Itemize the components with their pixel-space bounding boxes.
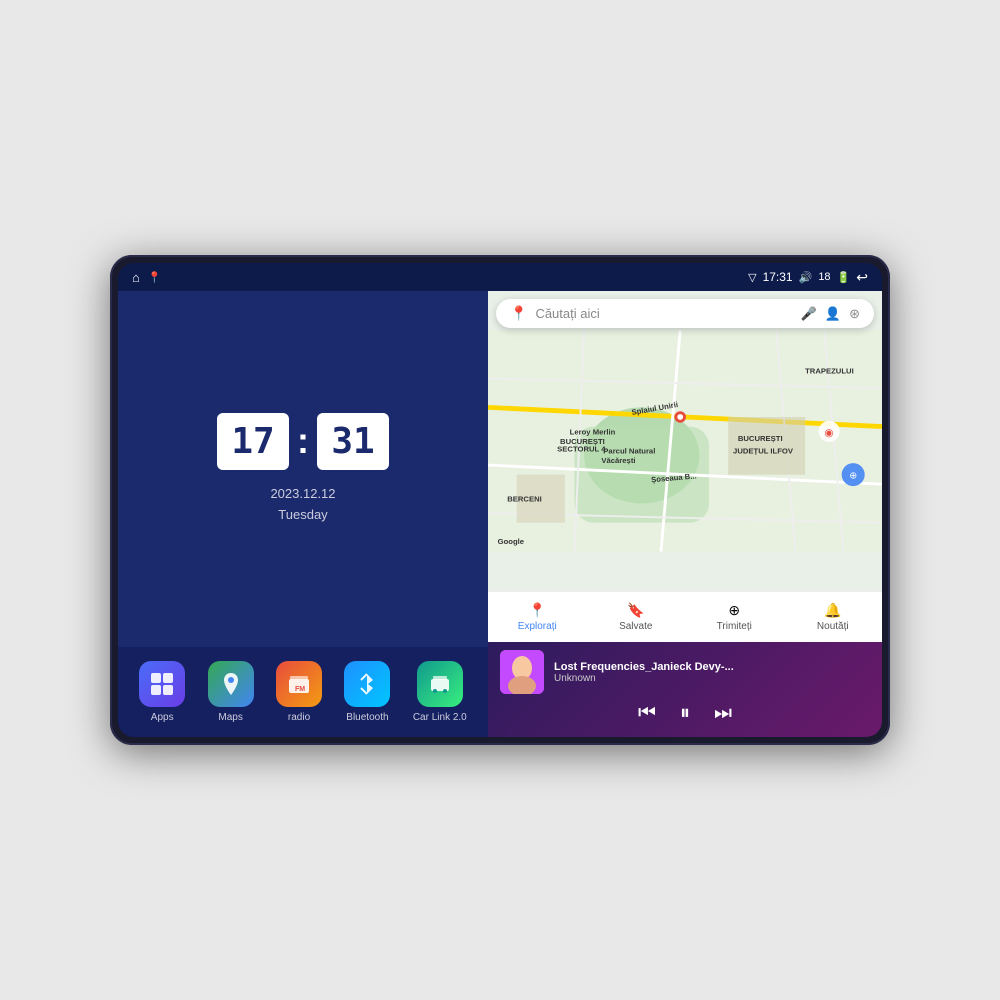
svg-text:Google: Google [498,537,524,546]
maps-icon-btn[interactable]: Maps [200,657,262,727]
trimiteti-icon: ⊕ [728,602,740,619]
volume-icon: 🔊 [799,271,813,284]
map-layers-icon[interactable]: ⊛ [849,306,860,322]
map-search-bar[interactable]: 📍 Căutați aici 🎤 👤 ⊛ [496,299,874,328]
apps-label: Apps [151,712,174,723]
music-artist: Unknown [554,673,870,684]
right-panel: Parcul Natural Văcărești BUCUREȘTI JUDEȚ… [488,291,882,737]
svg-text:◉: ◉ [824,427,833,439]
music-controls: ⏮ ⏸ ⏭ [500,702,870,725]
svg-text:BERCENI: BERCENI [507,495,542,504]
map-area[interactable]: Parcul Natural Văcărești BUCUREȘTI JUDEȚ… [488,291,882,591]
main-content: 17 : 31 2023.12.12 Tuesday [118,291,882,737]
music-info: Lost Frequencies_Janieck Devy-... Unknow… [500,650,870,694]
trimiteti-label: Trimiteți [717,621,752,632]
svg-text:SECTORUL 4: SECTORUL 4 [557,445,606,454]
bluetooth-label: Bluetooth [346,712,388,723]
carlink-icon-btn[interactable]: Car Link 2.0 [405,657,475,727]
radio-label: radio [288,712,310,723]
maps-svg-icon [218,671,244,697]
svg-text:BUCUREȘTI: BUCUREȘTI [738,434,783,443]
maps-icon-img [208,661,254,707]
radio-icon-img: FM [276,661,322,707]
carlink-svg-icon [427,671,453,697]
map-bottom-bar: 📍 Explorați 🔖 Salvate ⊕ Trimiteți 🔔 Nout… [488,591,882,642]
map-tab-noutati[interactable]: 🔔 Noutăți [784,598,883,636]
map-voice-icon[interactable]: 🎤 [801,306,817,322]
clock-colon: : [297,420,309,462]
maps-label: Maps [218,712,242,723]
play-pause-button[interactable]: ⏸ [680,702,690,725]
map-search-text: Căutați aici [535,306,792,321]
svg-text:JUDEȚUL ILFOV: JUDEȚUL ILFOV [733,446,794,455]
prev-button[interactable]: ⏮ [638,702,656,725]
explorare-label: Explorați [518,621,557,632]
album-art-svg [500,650,544,694]
bluetooth-icon-img [344,661,390,707]
apps-icon-btn[interactable]: Apps [131,657,193,727]
signal-icon: ▽ [748,271,756,284]
explorare-icon: 📍 [529,602,546,619]
svg-text:TRAPEZULUI: TRAPEZULUI [805,367,854,376]
home-icon[interactable]: ⌂ [132,270,140,285]
status-time: 17:31 [763,270,793,284]
noutati-icon: 🔔 [824,602,841,619]
battery-icon: 🔋 [837,271,851,284]
svg-text:⊕: ⊕ [849,470,857,481]
music-player: Lost Frequencies_Janieck Devy-... Unknow… [488,642,882,737]
clock-display: 17 : 31 [217,413,389,470]
svg-text:FM: FM [295,686,305,693]
map-tab-explorare[interactable]: 📍 Explorați [488,598,587,636]
status-right: ▽ 17:31 🔊 18 🔋 ↩ [748,269,868,286]
salvate-label: Salvate [619,621,652,632]
music-title: Lost Frequencies_Janieck Devy-... [554,661,754,673]
clock-widget: 17 : 31 2023.12.12 Tuesday [118,291,488,647]
map-account-icon[interactable]: 👤 [825,306,841,322]
salvate-icon: 🔖 [627,602,644,619]
radio-svg-icon: FM [286,671,312,697]
app-bar: Apps Maps [118,647,488,737]
svg-text:Parcul Natural: Parcul Natural [603,446,655,455]
battery-level: 18 [818,271,830,283]
status-bar: ⌂ 📍 ▽ 17:31 🔊 18 🔋 ↩ [118,263,882,291]
device-frame: ⌂ 📍 ▽ 17:31 🔊 18 🔋 ↩ 17 : [110,255,890,745]
map-search-icons: 🎤 👤 ⊛ [801,306,860,322]
radio-icon-btn[interactable]: FM radio [268,657,330,727]
music-meta: Lost Frequencies_Janieck Devy-... Unknow… [554,661,870,684]
date-display: 2023.12.12 Tuesday [270,484,335,526]
back-icon[interactable]: ↩ [856,269,868,286]
svg-text:Leroy Merlin: Leroy Merlin [570,427,616,436]
apps-icon-img [139,661,185,707]
left-panel: 17 : 31 2023.12.12 Tuesday [118,291,488,737]
bluetooth-icon-btn[interactable]: Bluetooth [336,657,398,727]
map-tab-trimiteti[interactable]: ⊕ Trimiteți [685,598,784,636]
clock-hours: 17 [217,413,289,470]
apps-svg-icon [149,671,175,697]
carlink-label: Car Link 2.0 [413,712,467,723]
map-background: Parcul Natural Văcărești BUCUREȘTI JUDEȚ… [488,291,882,591]
carlink-icon-img [417,661,463,707]
map-tab-salvate[interactable]: 🔖 Salvate [587,598,686,636]
date-text: 2023.12.12 [270,484,335,505]
bluetooth-svg-icon [354,671,380,697]
music-thumbnail [500,650,544,694]
noutati-label: Noutăți [817,621,849,632]
next-button[interactable]: ⏭ [714,702,732,725]
svg-text:Văcărești: Văcărești [601,456,635,465]
maps-nav-icon[interactable]: 📍 [148,271,162,284]
clock-minutes: 31 [317,413,389,470]
map-pin-icon: 📍 [510,305,527,322]
status-left: ⌂ 📍 [132,270,162,285]
day-text: Tuesday [270,505,335,526]
device-screen: ⌂ 📍 ▽ 17:31 🔊 18 🔋 ↩ 17 : [118,263,882,737]
